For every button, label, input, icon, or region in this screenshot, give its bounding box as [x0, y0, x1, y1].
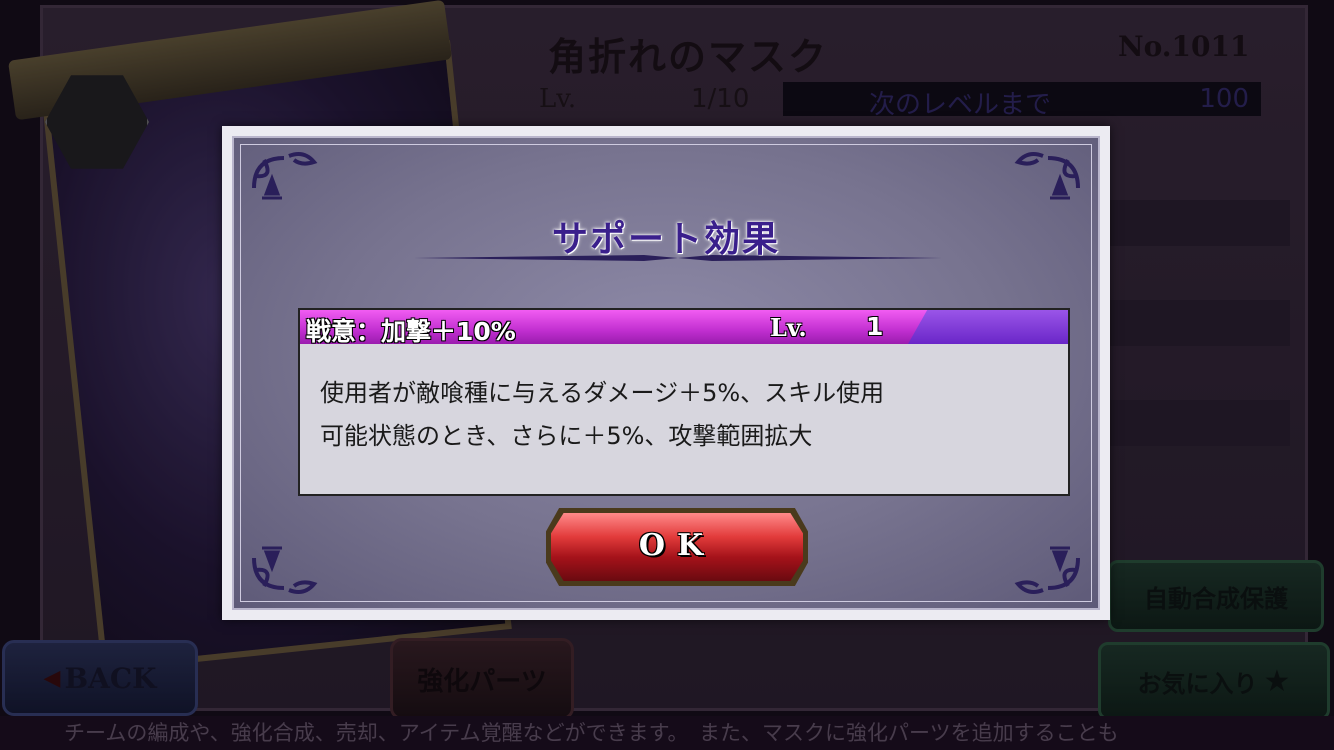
skill-level-label: Lv. — [770, 313, 807, 342]
skill-description-line: 使用者が敵喰種に与えるダメージ＋5%、スキル使用 — [320, 379, 885, 407]
support-effect-dialog: サポート効果 戦意：加撃＋10% Lv. 1 使用者が敵喰種に与えるダメージ＋5… — [222, 126, 1110, 620]
corner-ornament-icon — [998, 518, 1088, 598]
skill-card: 戦意：加撃＋10% Lv. 1 使用者が敵喰種に与えるダメージ＋5%、スキル使用… — [298, 308, 1070, 496]
dialog-body: サポート効果 戦意：加撃＋10% Lv. 1 使用者が敵喰種に与えるダメージ＋5… — [232, 136, 1100, 610]
skill-description: 使用者が敵喰種に与えるダメージ＋5%、スキル使用 可能状態のとき、さらに＋5%、… — [320, 372, 1048, 458]
title-divider — [414, 255, 942, 261]
skill-header: 戦意：加撃＋10% Lv. 1 — [300, 310, 1068, 344]
corner-ornament-icon — [244, 518, 334, 598]
ok-label: OK — [638, 528, 716, 563]
ok-button[interactable]: OK — [546, 508, 808, 586]
skill-level-value: 1 — [866, 312, 884, 341]
skill-name: 戦意：加撃＋10% — [306, 317, 516, 344]
skill-description-line: 可能状態のとき、さらに＋5%、攻撃範囲拡大 — [320, 422, 813, 450]
